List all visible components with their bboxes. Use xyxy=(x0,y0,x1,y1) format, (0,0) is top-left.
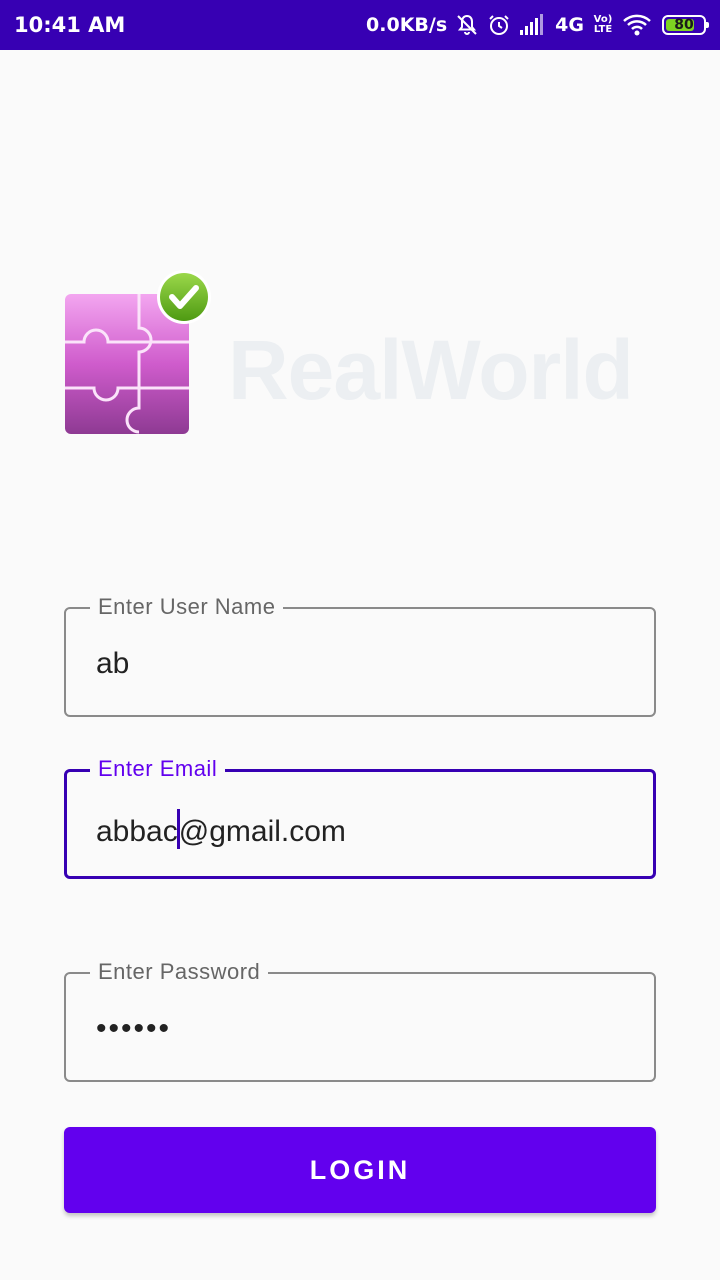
email-value-after-caret: @gmail.com xyxy=(178,815,346,848)
status-icons: 0.0KB/s 4G Vo) LTE 80 xyxy=(366,13,709,37)
password-field[interactable]: Enter Password •••••• xyxy=(64,960,656,1082)
status-bar: 10:41 AM 0.0KB/s 4G Vo) LTE 80 xyxy=(0,0,720,50)
email-value-before-caret: abbac xyxy=(96,815,178,848)
signal-icon xyxy=(519,14,547,36)
volte-label: Vo) LTE xyxy=(593,14,613,35)
password-value[interactable]: •••••• xyxy=(96,1012,171,1046)
wifi-icon xyxy=(622,13,652,37)
battery-icon: 80 xyxy=(662,15,709,35)
network-type: 4G xyxy=(555,14,584,36)
login-button[interactable]: LOGIN xyxy=(64,1127,656,1213)
alarm-icon xyxy=(487,13,511,37)
brand-name: RealWorld xyxy=(228,323,634,417)
email-value[interactable]: abbac@gmail.com xyxy=(96,809,346,849)
email-field[interactable]: Enter Email abbac@gmail.com xyxy=(64,757,656,879)
password-label: Enter Password xyxy=(90,960,269,984)
email-label: Enter Email xyxy=(90,757,226,781)
username-field[interactable]: Enter User Name ab xyxy=(64,595,656,717)
mute-bell-icon xyxy=(455,13,479,37)
username-value[interactable]: ab xyxy=(96,647,129,681)
username-label: Enter User Name xyxy=(90,595,284,619)
data-speed: 0.0KB/s xyxy=(366,14,448,36)
battery-level: 80 xyxy=(674,17,694,33)
status-time: 10:41 AM xyxy=(14,13,126,37)
puzzle-check-icon xyxy=(64,268,214,438)
volte-icon: Vo) LTE xyxy=(592,15,614,35)
